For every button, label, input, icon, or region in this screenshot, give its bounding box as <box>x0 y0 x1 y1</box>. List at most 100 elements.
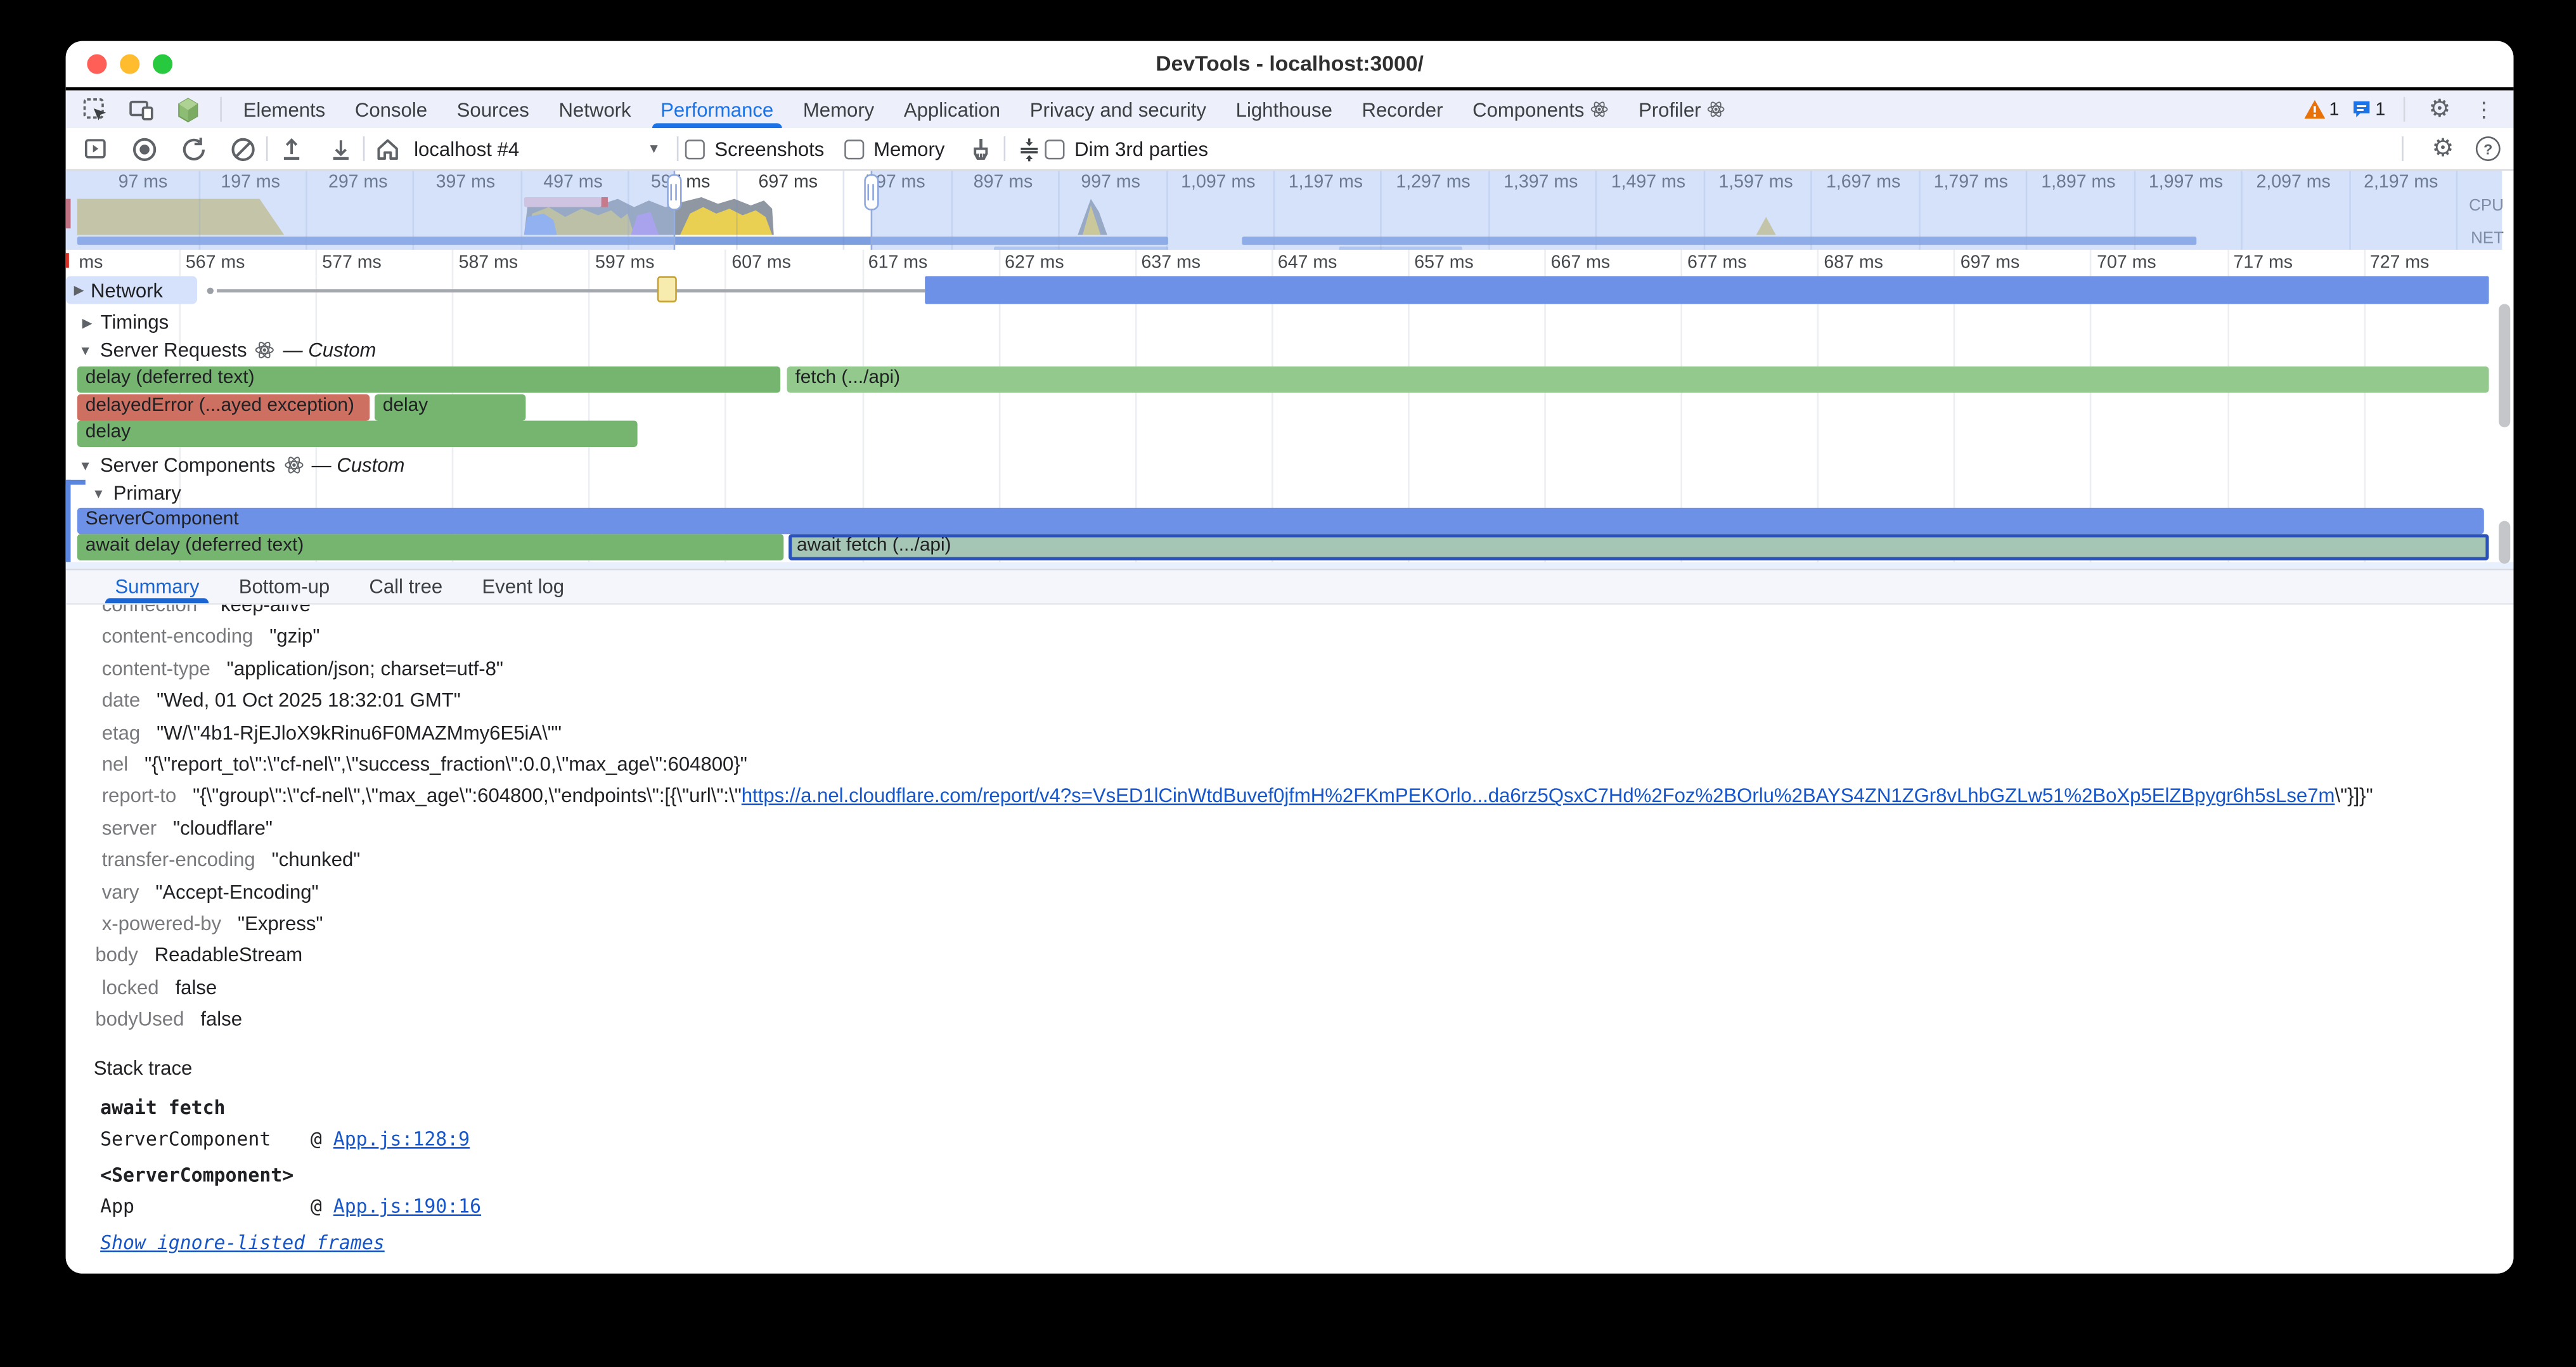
report-url-link[interactable]: https://a.nel.cloudflare.com/report/v4?s… <box>742 784 2335 807</box>
save-profile-icon[interactable] <box>324 133 357 165</box>
help-icon[interactable]: ? <box>2476 136 2501 161</box>
selection-left-handle[interactable] <box>666 174 681 211</box>
property-value: "keep-alive" <box>214 605 318 616</box>
property-row: date"Wed, 01 Oct 2025 18:32:01 GMT" <box>66 685 2514 717</box>
tab-performance[interactable]: Performance <box>646 91 789 129</box>
device-toolbar-icon[interactable] <box>125 93 158 126</box>
details-tab-call-tree[interactable]: Call tree <box>349 570 462 603</box>
frame-label: await fetch <box>100 1096 225 1118</box>
toggle-sidebar-icon[interactable] <box>79 133 112 165</box>
property-row: x-powered-by"Express" <box>66 909 2514 940</box>
ruler-tick-label: 567 ms <box>186 253 245 273</box>
network-track-header[interactable]: ▶ Network <box>66 276 197 304</box>
primary-track-row[interactable]: ▼ Primary <box>66 481 2514 504</box>
home-icon[interactable] <box>371 133 404 165</box>
tab-recorder[interactable]: Recorder <box>1347 91 1458 129</box>
track-row: await delay (deferred text)await fetch (… <box>66 534 2514 559</box>
tab-console[interactable]: Console <box>340 91 442 129</box>
kebab-menu-icon[interactable]: ⋮ <box>2468 93 2501 126</box>
timeline-event-bar[interactable]: await fetch (.../api) <box>789 534 2489 559</box>
stack-frame: Show ignore-listed frames <box>100 1224 2513 1259</box>
screenshots-checkbox[interactable]: Screenshots <box>685 137 825 160</box>
property-key: locked <box>102 976 159 999</box>
collapsed-triangle-icon[interactable]: ▶ <box>82 314 93 329</box>
expanded-triangle-icon[interactable]: ▼ <box>79 342 92 357</box>
garbage-collect-icon[interactable] <box>965 133 998 165</box>
selection-right-handle[interactable] <box>863 174 878 211</box>
frame-at: @ <box>311 1195 333 1218</box>
window-title: DevTools - localhost:3000/ <box>66 41 2514 87</box>
track-row: ServerComponent <box>66 508 2514 533</box>
timeline-event-bar[interactable]: delayedError (...ayed exception) <box>77 394 370 420</box>
tab-elements[interactable]: Elements <box>228 91 340 129</box>
tab-label: Memory <box>803 98 874 120</box>
tab-memory[interactable]: Memory <box>789 91 889 129</box>
ruler-gridline <box>2227 250 2229 276</box>
timings-track-row[interactable]: ▶ Timings <box>66 311 2514 335</box>
property-key: x-powered-by <box>102 912 221 935</box>
timeline-event-bar[interactable]: fetch (.../api) <box>787 366 2489 392</box>
server-components-label: Server Components <box>100 453 276 476</box>
tab-components[interactable]: Components <box>1458 91 1624 129</box>
expanded-triangle-icon[interactable]: ▼ <box>79 458 92 472</box>
tab-profiler[interactable]: Profiler <box>1624 91 1741 129</box>
checkbox-box[interactable] <box>844 139 863 159</box>
network-request-bar[interactable] <box>925 276 2489 304</box>
track-row: delayedError (...ayed exception)delay <box>66 394 2514 420</box>
memory-checkbox[interactable]: Memory <box>844 137 944 160</box>
details-tab-event-log[interactable]: Event log <box>462 570 584 603</box>
details-tab-bottom-up[interactable]: Bottom-up <box>219 570 350 603</box>
tab-application[interactable]: Application <box>889 91 1015 129</box>
warnings-counter[interactable]: 1 <box>2303 93 2339 126</box>
record-and-reload-icon[interactable] <box>177 133 210 165</box>
property-value: "Accept-Encoding" <box>155 880 318 903</box>
chevron-down-icon: ▼ <box>647 141 660 156</box>
tab-label: Privacy and security <box>1030 98 1206 120</box>
clear-icon[interactable] <box>227 133 260 165</box>
source-location-link[interactable]: App.js:190:16 <box>333 1195 481 1218</box>
tab-sources[interactable]: Sources <box>442 91 544 129</box>
tab-lighthouse[interactable]: Lighthouse <box>1221 91 1347 129</box>
settings-gear-icon[interactable]: ⚙ <box>2423 93 2456 126</box>
dim-3rd-parties-checkbox[interactable]: Dim 3rd parties <box>1045 137 1209 160</box>
server-components-header[interactable]: ▼ Server Components — Custom <box>66 453 2514 478</box>
network-request-line <box>217 289 925 292</box>
history-dropdown[interactable]: localhost #4 ▼ <box>414 137 660 160</box>
scrollbar-thumb[interactable] <box>2499 304 2510 427</box>
panel-settings-gear-icon[interactable]: ⚙ <box>2426 133 2459 165</box>
timeline-overview[interactable]: 97 ms197 ms297 ms397 ms497 ms597 ms697 m… <box>66 171 2514 252</box>
checkbox-box[interactable] <box>1045 139 1065 159</box>
atom-icon <box>283 455 303 475</box>
tab-label: Console <box>355 98 427 120</box>
timeline-event-bar[interactable]: await delay (deferred text) <box>77 534 783 559</box>
ruler-tick-label: 647 ms <box>1278 253 1337 273</box>
expanded-triangle-icon[interactable]: ▼ <box>92 486 105 500</box>
issues-counter[interactable]: 1 <box>2351 93 2386 126</box>
timeline-event-bar[interactable]: delay <box>375 394 525 420</box>
collapse-frames-icon[interactable] <box>1012 133 1045 165</box>
timeline-event-bar[interactable]: delay <box>77 421 638 446</box>
ruler-tick-label: 697 ms <box>1961 253 2020 273</box>
checkbox-box[interactable] <box>685 139 705 159</box>
scrollbar-thumb[interactable] <box>2499 521 2510 564</box>
show-ignore-listed-frames-link[interactable]: Show ignore-listed frames <box>100 1227 385 1259</box>
record-icon[interactable] <box>128 133 161 165</box>
inspect-element-icon[interactable] <box>79 93 112 126</box>
server-requests-header[interactable]: ▼ Server Requests — Custom <box>66 339 2514 363</box>
details-tab-bar: SummaryBottom-upCall treeEvent log <box>66 569 2514 605</box>
source-location-link[interactable]: App.js:128:9 <box>333 1127 470 1150</box>
load-profile-icon[interactable] <box>274 133 307 165</box>
tab-privacy-and-security[interactable]: Privacy and security <box>1015 91 1221 129</box>
collapsed-triangle-icon[interactable]: ▶ <box>74 283 84 297</box>
track-config-dot <box>207 288 214 294</box>
property-key: server <box>102 817 157 839</box>
extension-gem-icon[interactable] <box>171 93 204 126</box>
property-row: bodyUsedfalse <box>66 1004 2514 1036</box>
timeline-event-bar[interactable]: ServerComponent <box>77 508 2484 533</box>
flame-chart[interactable]: ▶ Network ▶ Timings ▼ Server Requests <box>66 276 2514 568</box>
timeline-event-bar[interactable]: delay (deferred text) <box>77 366 780 392</box>
tab-label: Application <box>904 98 1000 120</box>
details-tab-summary[interactable]: Summary <box>95 570 219 603</box>
selected-network-request[interactable] <box>657 276 677 302</box>
tab-network[interactable]: Network <box>544 91 646 129</box>
